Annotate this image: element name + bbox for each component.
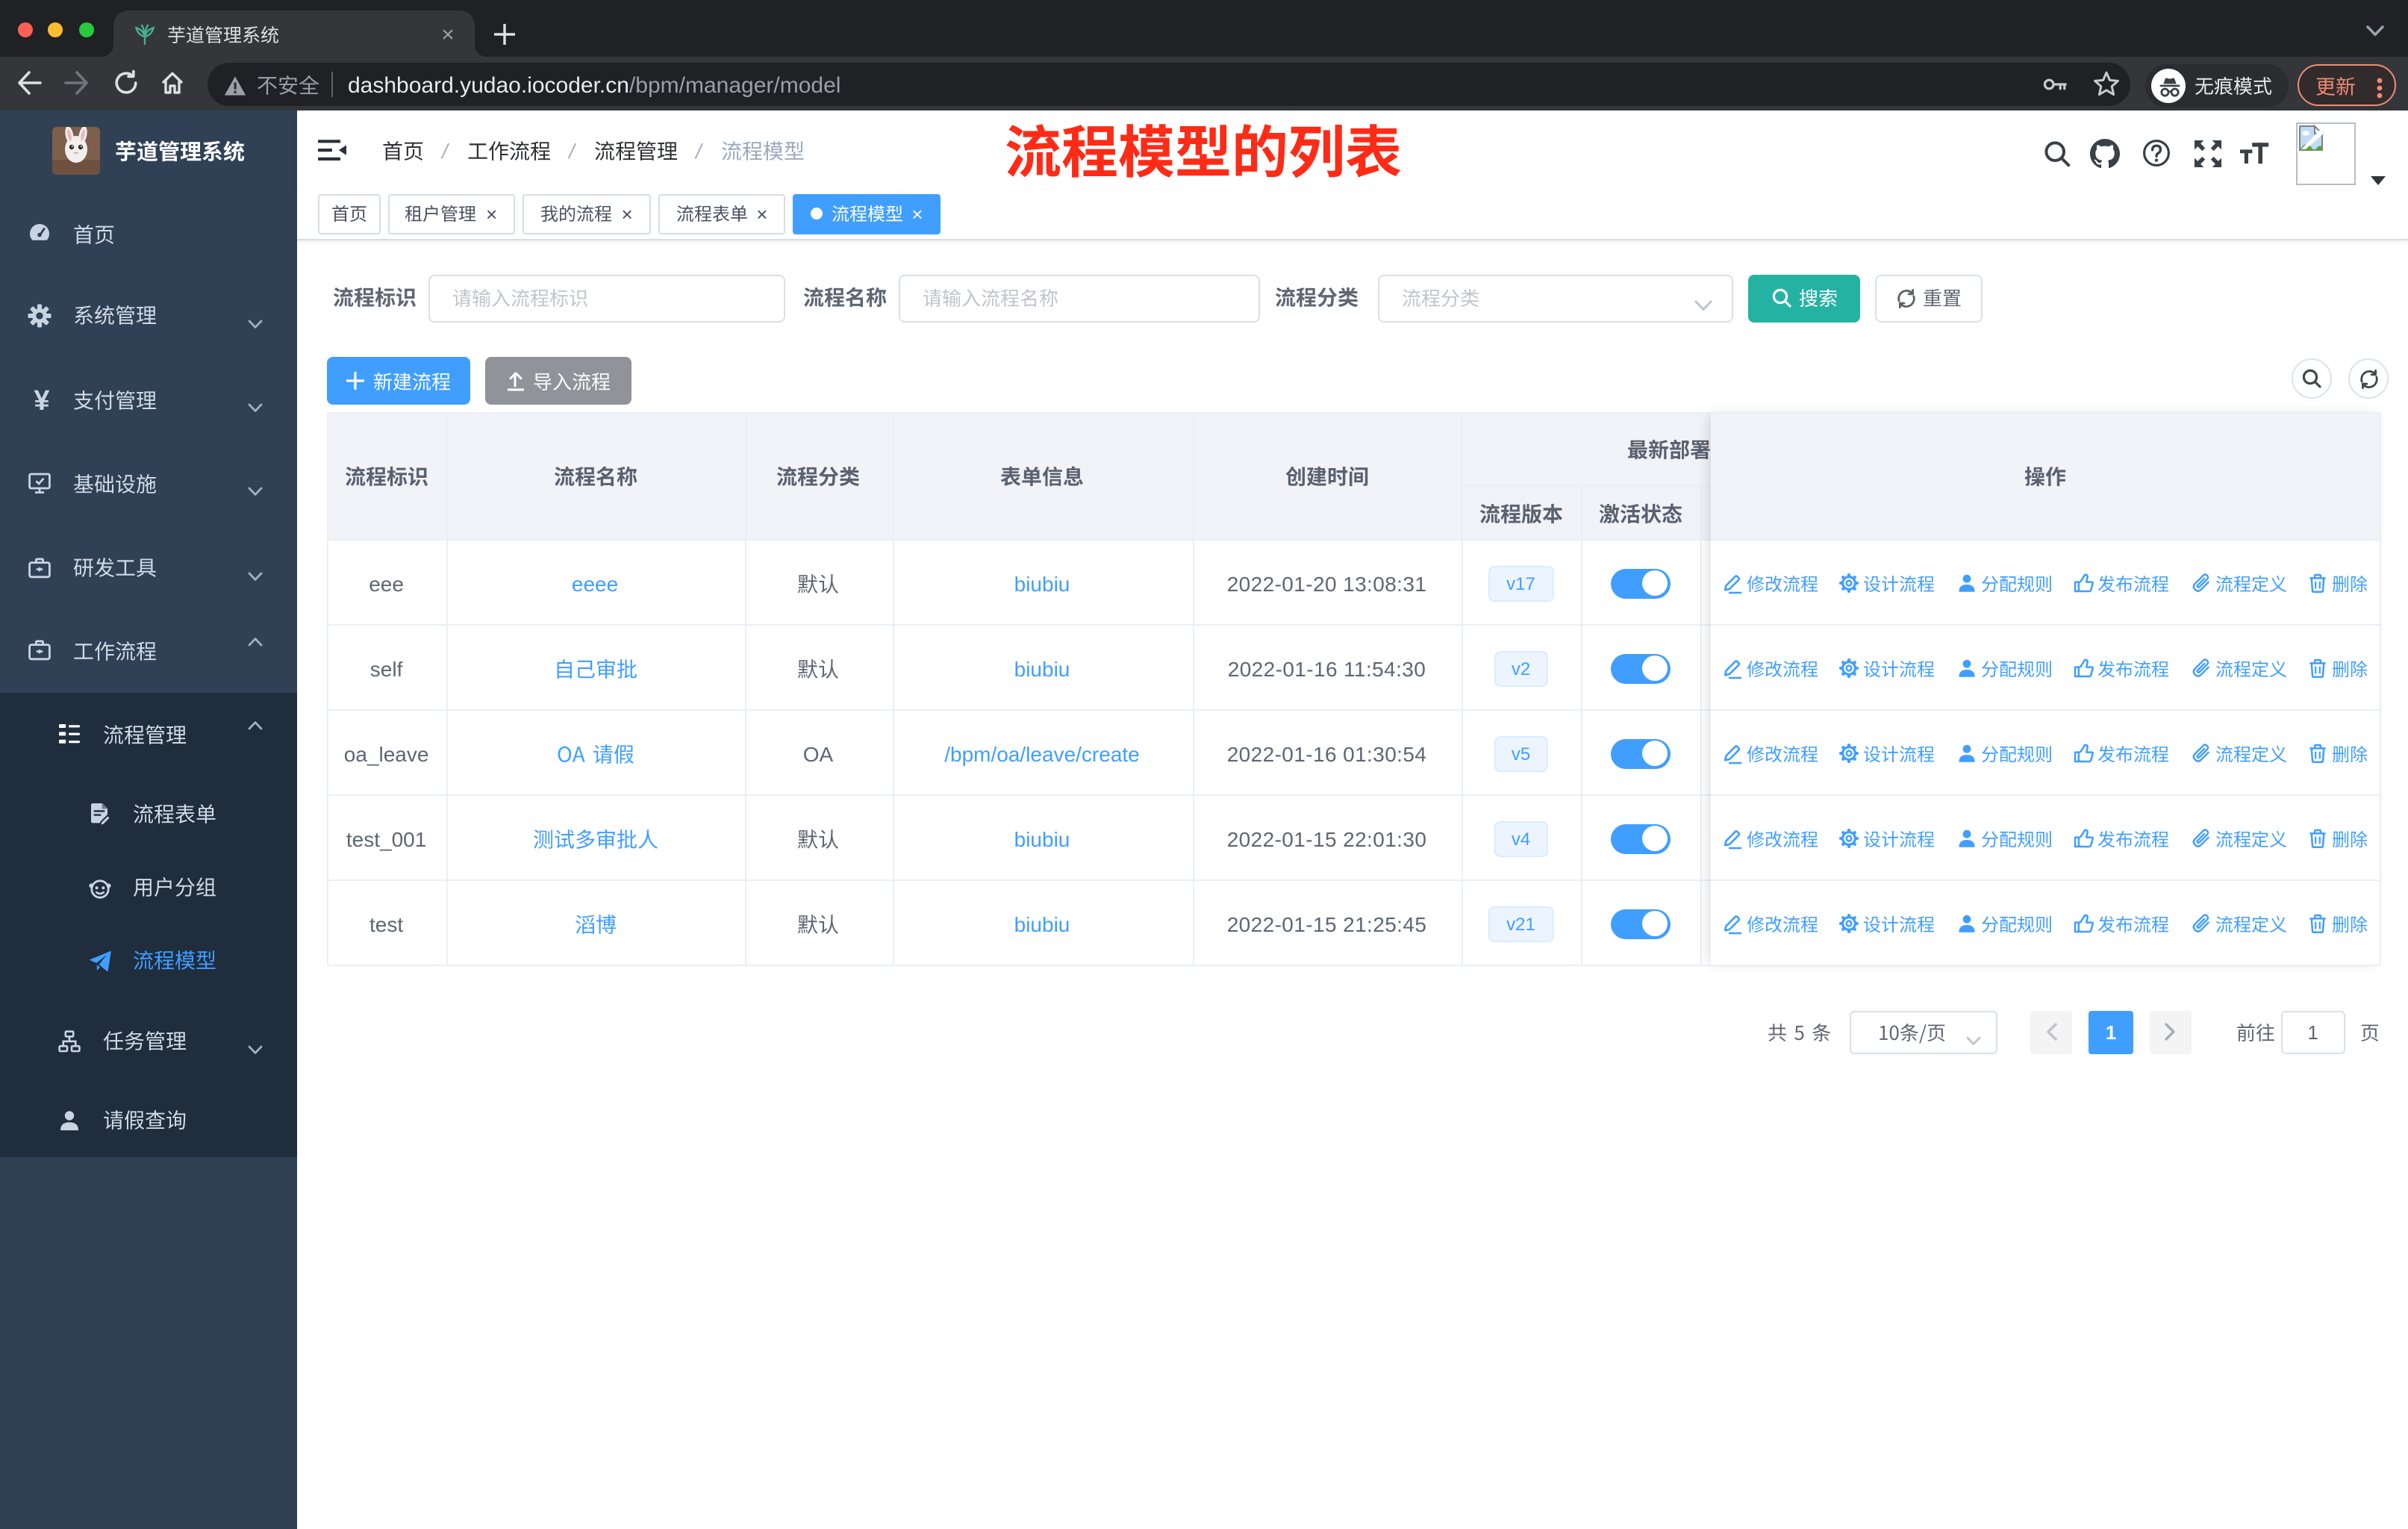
svg-text:¥: ¥ (34, 384, 49, 416)
